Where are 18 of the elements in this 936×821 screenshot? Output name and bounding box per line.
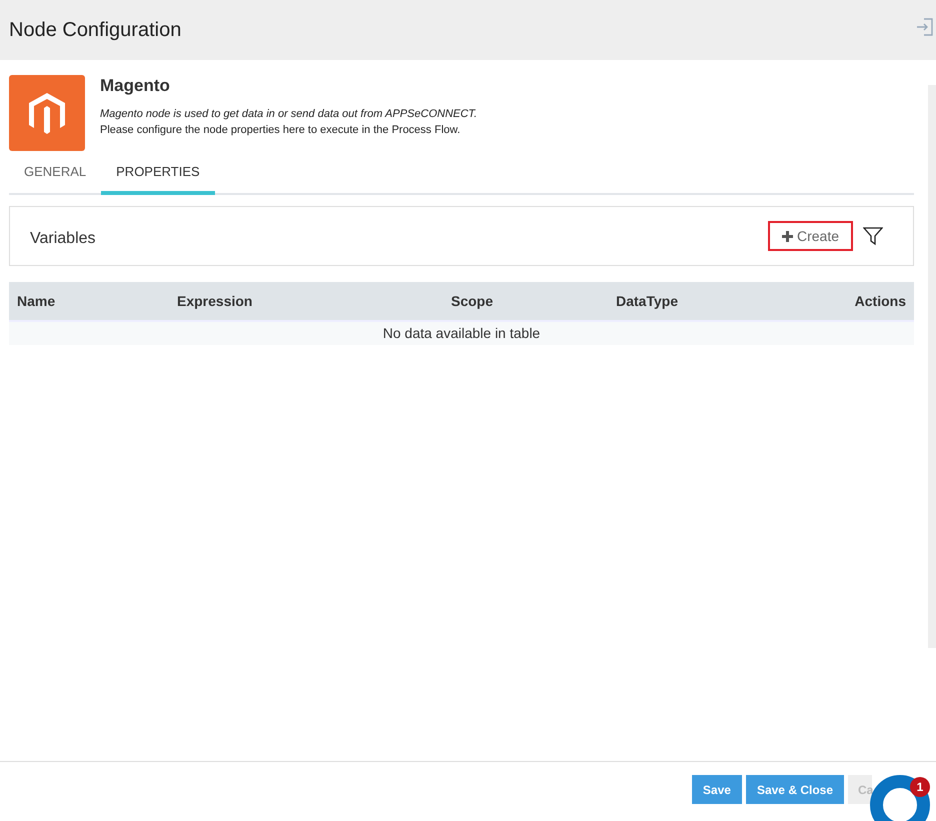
node-description: Magento node is used to get data in or send data out from APPSeCONNECT. — [100, 107, 478, 122]
notification-badge: 1 — [910, 777, 930, 797]
column-header[interactable]: Actions — [727, 293, 906, 309]
column-header[interactable]: DataType — [567, 293, 727, 309]
logo-icon — [9, 75, 85, 151]
empty-table-message: No data available in table — [9, 322, 914, 345]
column-header[interactable]: Name — [17, 293, 177, 309]
column-header[interactable]: Expression — [177, 293, 377, 309]
create-button[interactable]: Create — [768, 221, 853, 251]
filter-icon[interactable] — [863, 226, 883, 246]
panel-title: Variables — [30, 229, 97, 248]
node-name: Magento — [100, 76, 171, 96]
column-header[interactable]: Scope — [377, 293, 567, 309]
plus-icon — [782, 230, 793, 242]
node-instruction: Please configure the node properties here to execute in the Process Flow. — [100, 123, 462, 138]
tab[interactable]: PROPERTIES — [101, 154, 215, 195]
window-title: Node Configuration — [9, 18, 182, 42]
tab[interactable]: GENERAL — [9, 154, 102, 195]
